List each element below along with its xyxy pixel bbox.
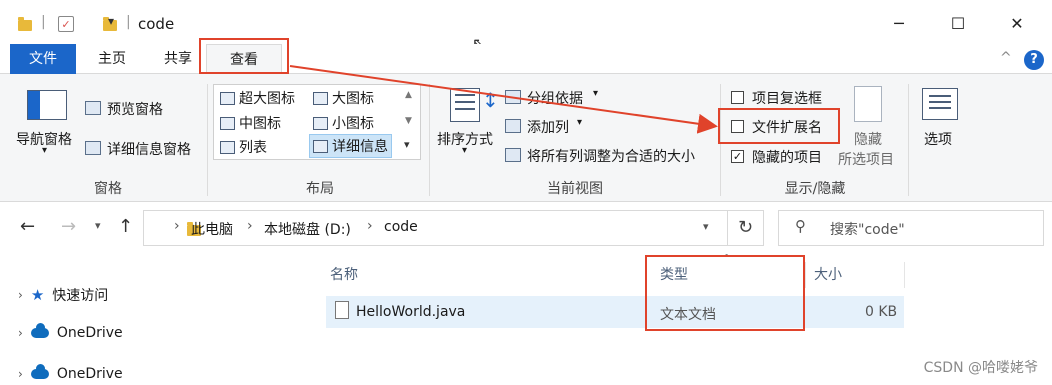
- annotation-arrow: [289, 65, 718, 134]
- watermark: CSDN @哈喽姥爷: [923, 360, 1038, 376]
